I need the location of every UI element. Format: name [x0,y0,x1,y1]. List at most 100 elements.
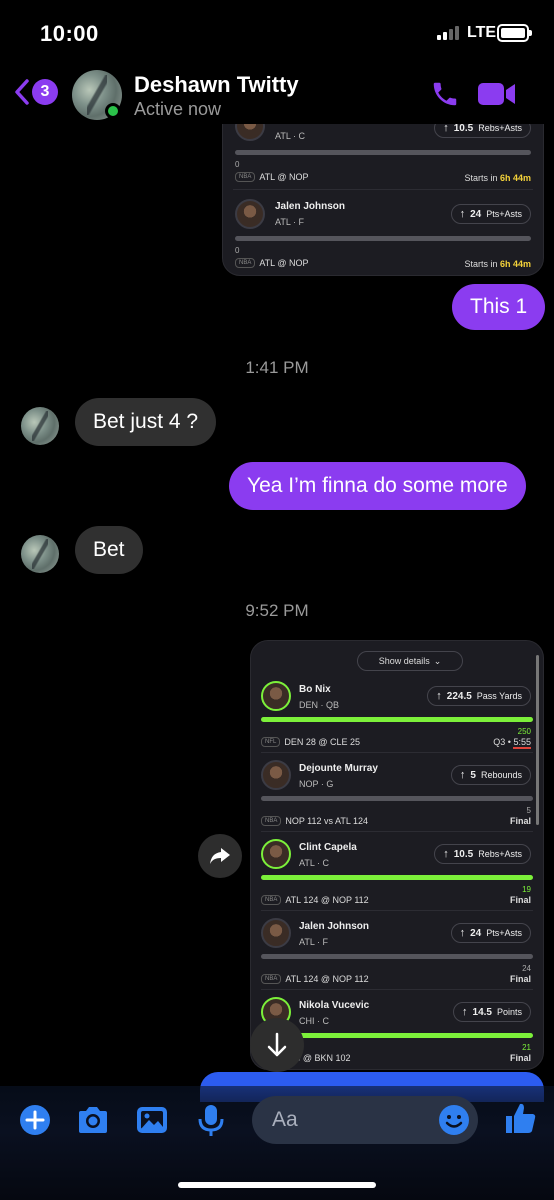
prop-pill: ↑ 10.5 Rebs+Asts [434,844,531,864]
player-photo [261,760,291,790]
divider [261,989,533,990]
arrow-up-icon: ↑ [443,848,449,860]
contact-status: Active now [134,99,222,119]
show-details-label: Show details [378,656,430,666]
prop-value: 5 [470,769,476,781]
sender-avatar[interactable] [21,535,59,573]
share-arrow-icon [210,848,230,864]
player-name: Jalen Johnson [275,201,346,212]
player-name: Dejounte Murray [299,763,378,774]
player-photo [235,199,265,229]
league-tag: NBA [261,895,282,905]
chevron-left-icon [15,79,29,105]
video-call-icon[interactable] [478,81,516,107]
prop-pill: ↑ 224.5 Pass Yards [427,686,531,706]
matchup: ATL 124 @ NOP 112 [285,974,369,984]
prop-value: 10.5 [453,122,474,134]
prop-pill: ↑ 14.5 Points [453,1002,531,1022]
phone-call-icon[interactable] [430,79,460,109]
game-start: Starts in 6h 44m [464,259,531,269]
prop-type: Rebs+Asts [478,849,522,859]
game-status: Final [509,1053,531,1063]
divider [261,910,533,911]
camera-icon[interactable] [76,1103,110,1137]
chevron-down-icon: ⌄ [433,655,442,666]
progress-value: 0 [235,246,240,255]
prop-type: Rebs+Asts [478,123,522,133]
scrollbar [536,655,539,825]
game-status: Final [509,816,531,826]
game-info: NBA ATL @ NOP [235,258,309,268]
message-input-placeholder: Aa [272,1108,298,1131]
progress-value: 19 [522,885,531,894]
arrow-up-icon: ↑ [436,690,442,702]
chat-header: 3 Deshawn Twitty Active now [0,62,554,124]
emoji-icon[interactable] [438,1104,470,1136]
scroll-to-bottom-button[interactable] [250,1018,304,1072]
arrow-up-icon: ↑ [459,927,466,939]
show-details-button: Show details ⌄ [357,651,463,671]
player-team-position: ATL · F [275,217,304,227]
league-tag: NBA [261,816,282,826]
message-bubble-incoming[interactable]: Bet [75,526,143,574]
prop-value: 24 [470,927,482,939]
divider [261,752,533,753]
shared-screenshot-2[interactable]: Show details ⌄ Bo Nix DEN · QB ↑ 224.5 Pass … [250,640,544,1070]
signal-icon [437,26,459,40]
progress-value: 0 [235,160,240,169]
game-info: NBA ATL @ NOP [235,172,309,182]
player-photo [261,918,291,948]
thumbs-up-icon[interactable] [502,1100,538,1136]
gallery-icon[interactable] [135,1103,169,1137]
message-bubble-outgoing[interactable]: Yea I’m finna do some more [229,462,526,510]
progress-bar [235,150,531,155]
prop-value: 224.5 [446,690,472,702]
progress-bar [261,796,533,801]
prop-type: Pts+Asts [486,209,522,219]
player-name: Clint Capela [299,842,357,853]
message-bubble-outgoing[interactable]: This 1 [452,284,546,330]
back-button[interactable]: 3 [14,78,58,106]
divider [261,831,533,832]
status-bar: 10:00 LTE [0,0,554,62]
progress-bar [261,875,533,880]
game-clock: Q3 • 5:55 [493,737,531,749]
game-info: NBA NOP 112 vs ATL 124 [261,816,368,826]
prop-value: 24 [470,208,482,220]
network-label: LTE [467,24,497,41]
league-tag: NBA [235,258,256,268]
player-team-position: ATL · F [299,937,328,947]
microphone-icon[interactable] [194,1103,228,1137]
message-bubble-incoming[interactable]: Bet just 4 ? [75,398,217,446]
player-photo [261,681,291,711]
prop-type: Points [496,1007,522,1017]
player-name: Bo Nix [299,684,331,695]
league-tag: NBA [261,974,282,984]
status-time: 10:00 [40,21,99,46]
progress-value: 250 [517,727,531,736]
online-status-icon [105,103,121,119]
progress-bar [261,954,533,959]
player-team-position: CHI · C [299,1016,329,1026]
message-input[interactable]: Aa [252,1096,478,1144]
matchup: DEN 28 @ CLE 25 [284,737,361,747]
home-indicator [178,1182,376,1188]
timestamp: 1:41 PM [245,358,309,377]
prop-pill: ↑ 24 Pts+Asts [450,204,531,224]
progress-value: 24 [522,964,531,973]
matchup: NOP 112 vs ATL 124 [285,816,369,826]
contact-name[interactable]: Deshawn Twitty [134,72,299,98]
divider [233,189,533,190]
sender-avatar[interactable] [21,407,59,445]
prop-type: Rebounds [480,770,522,780]
game-start: Starts in 6h 44m [464,173,531,183]
game-info: NBA ATL 124 @ NOP 112 [261,974,369,984]
matchup: ATL @ NOP [259,172,309,182]
progress-value: 5 [526,806,531,815]
arrow-up-icon: ↑ [462,1006,468,1018]
game-status: Final [509,974,531,984]
prop-pill: ↑ 24 Pts+Asts [450,923,531,943]
share-button[interactable] [198,834,242,878]
arrow-up-icon: ↑ [459,208,466,220]
plus-icon[interactable] [18,1103,52,1137]
